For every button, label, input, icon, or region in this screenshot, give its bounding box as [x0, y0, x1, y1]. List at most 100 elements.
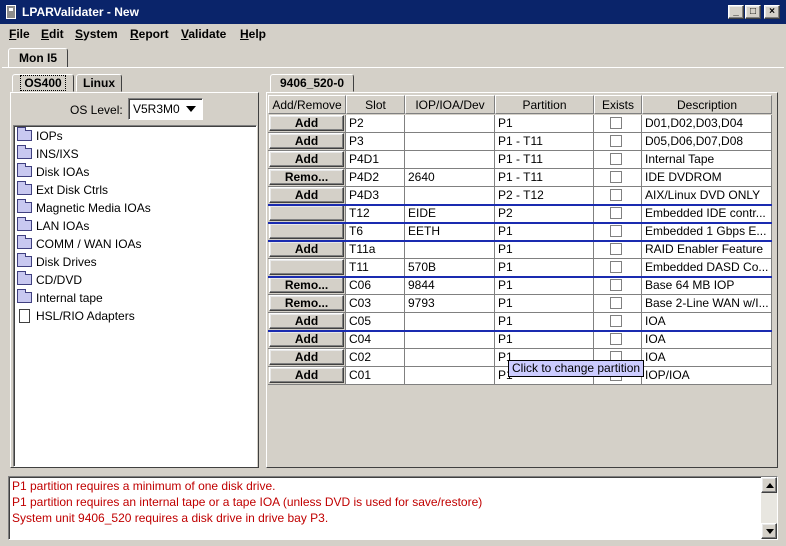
column-header-description[interactable]: Description: [642, 95, 772, 114]
tab-os400[interactable]: OS400: [12, 74, 74, 92]
description-cell: D05,D06,D07,D08: [642, 133, 772, 151]
partition-cell[interactable]: P1: [495, 313, 594, 331]
exists-checkbox[interactable]: [610, 135, 622, 147]
partition-cell[interactable]: P1: [495, 115, 594, 133]
remove-button[interactable]: Remo...: [269, 295, 344, 311]
partition-cell[interactable]: P1: [495, 277, 594, 295]
maximize-button[interactable]: □: [745, 5, 761, 19]
add-button[interactable]: Add: [269, 349, 344, 365]
tree-item-disk-drives[interactable]: Disk Drives: [17, 253, 97, 270]
column-header-iop-ioa-dev[interactable]: IOP/IOA/Dev: [405, 95, 495, 114]
tree-item-ins-ixs[interactable]: INS/IXS: [17, 145, 79, 162]
scroll-up-button[interactable]: [761, 477, 777, 493]
arrow-up-icon: [766, 483, 774, 488]
message-scrollbar[interactable]: [761, 477, 777, 539]
add-remove-cell: Add: [268, 187, 346, 205]
add-button[interactable]: Add: [269, 115, 344, 131]
tree-item-internal-tape[interactable]: Internal tape: [17, 289, 103, 306]
tree-item-disk-ioas[interactable]: Disk IOAs: [17, 163, 89, 180]
tree-item-hsl-rio-adapters[interactable]: HSL/RIO Adapters: [17, 308, 135, 324]
description-cell: IDE DVDROM: [642, 169, 772, 187]
add-remove-cell: Add: [268, 313, 346, 331]
partition-cell[interactable]: P1: [495, 259, 594, 277]
exists-checkbox[interactable]: [610, 189, 622, 201]
menu-edit[interactable]: Edit: [41, 27, 64, 41]
menu-validate[interactable]: Validate: [181, 27, 226, 41]
os-level-dropdown[interactable]: V5R3M0: [128, 98, 203, 120]
folder-icon: [17, 199, 32, 213]
tab-mon-i5[interactable]: Mon I5: [8, 48, 68, 68]
scroll-down-button[interactable]: [761, 523, 777, 539]
partition-cell[interactable]: P1: [495, 295, 594, 313]
description-cell: Internal Tape: [642, 151, 772, 169]
add-button[interactable]: Add: [269, 367, 344, 383]
column-header-add-remove[interactable]: Add/Remove: [268, 95, 346, 114]
tree-item-label: Ext Disk Ctrls: [36, 183, 108, 197]
add-button[interactable]: Add: [269, 133, 344, 149]
partition-cell[interactable]: P1: [495, 241, 594, 259]
exists-checkbox[interactable]: [610, 297, 622, 309]
menu-help[interactable]: Help: [240, 27, 266, 41]
arrow-down-icon: [766, 529, 774, 534]
iop-ioa-dev-cell: [405, 367, 495, 385]
message-area: P1 partition requires a minimum of one d…: [8, 476, 778, 540]
empty-button[interactable]: [269, 205, 344, 221]
add-button[interactable]: Add: [269, 151, 344, 167]
minimize-button[interactable]: _: [728, 5, 744, 19]
add-button[interactable]: Add: [269, 187, 344, 203]
tree-item-lan-ioas[interactable]: LAN IOAs: [17, 217, 90, 234]
empty-button[interactable]: [269, 223, 344, 239]
partition-cell[interactable]: P2: [495, 205, 594, 223]
menu-system[interactable]: System: [75, 27, 118, 41]
tab-linux[interactable]: Linux: [76, 74, 122, 92]
column-header-exists[interactable]: Exists: [594, 95, 642, 114]
empty-button[interactable]: [269, 259, 344, 275]
exists-checkbox[interactable]: [610, 117, 622, 129]
exists-checkbox[interactable]: [610, 243, 622, 255]
tree-item-magnetic-media-ioas[interactable]: Magnetic Media IOAs: [17, 199, 151, 216]
remove-button[interactable]: Remo...: [269, 169, 344, 185]
column-header-partition[interactable]: Partition: [495, 95, 594, 114]
exists-checkbox[interactable]: [610, 207, 622, 219]
partition-cell[interactable]: P2 - T12: [495, 187, 594, 205]
slot-cell: C04: [346, 331, 405, 349]
description-cell: Base 64 MB IOP: [642, 277, 772, 295]
window-title: LPARValidater - New: [22, 5, 139, 19]
close-button[interactable]: ×: [764, 5, 780, 19]
exists-checkbox[interactable]: [610, 279, 622, 291]
partition-cell[interactable]: P1: [495, 331, 594, 349]
tree-item-cd-dvd[interactable]: CD/DVD: [17, 271, 82, 288]
exists-checkbox[interactable]: [610, 315, 622, 327]
partition-cell[interactable]: P1 - T11: [495, 169, 594, 187]
add-button[interactable]: Add: [269, 331, 344, 347]
add-button[interactable]: Add: [269, 313, 344, 329]
menu-file[interactable]: File: [9, 27, 30, 41]
tree-item-iops[interactable]: IOPs: [17, 127, 63, 144]
description-cell: Embedded IDE contr...: [642, 205, 772, 223]
slot-cell: P3: [346, 133, 405, 151]
iop-ioa-dev-cell: [405, 349, 495, 367]
column-header-slot[interactable]: Slot: [346, 95, 405, 114]
chevron-down-icon: [186, 106, 196, 112]
add-remove-cell: Add: [268, 367, 346, 385]
tree-item-label: LAN IOAs: [36, 219, 90, 233]
folder-icon: [17, 163, 32, 177]
partition-cell[interactable]: P1: [495, 223, 594, 241]
partition-cell[interactable]: P1 - T11: [495, 151, 594, 169]
exists-checkbox[interactable]: [610, 171, 622, 183]
tree-item-comm-wan-ioas[interactable]: COMM / WAN IOAs: [17, 235, 142, 252]
tree-item-ext-disk-ctrls[interactable]: Ext Disk Ctrls: [17, 181, 108, 198]
add-button[interactable]: Add: [269, 241, 344, 257]
remove-button[interactable]: Remo...: [269, 277, 344, 293]
description-cell: Embedded DASD Co...: [642, 259, 772, 277]
left-panel: OS400 Linux OS Level: V5R3M0 IOPs INS/IX…: [8, 70, 261, 468]
exists-checkbox[interactable]: [610, 333, 622, 345]
tab-9406-520-0[interactable]: 9406_520-0: [270, 74, 354, 92]
menu-report[interactable]: Report: [130, 27, 169, 41]
add-remove-cell: Add: [268, 241, 346, 259]
partition-cell[interactable]: P1 - T11: [495, 133, 594, 151]
slot-cell: P4D3: [346, 187, 405, 205]
exists-checkbox[interactable]: [610, 153, 622, 165]
exists-checkbox[interactable]: [610, 261, 622, 273]
exists-checkbox[interactable]: [610, 225, 622, 237]
